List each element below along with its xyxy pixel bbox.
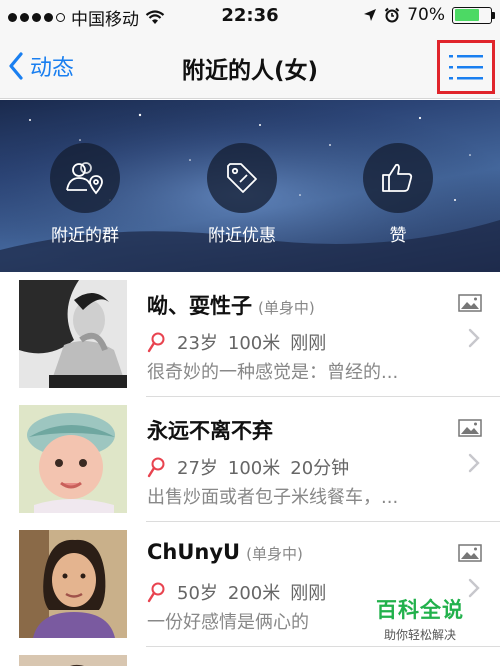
avatar	[19, 530, 127, 638]
person-distance: 100米	[227, 333, 281, 354]
female-pin-icon	[147, 457, 165, 478]
battery-icon	[452, 6, 495, 24]
person-age: 50岁	[177, 583, 218, 604]
meta-line: 27岁 100米 20分钟	[147, 454, 349, 480]
person-age: 23岁	[177, 333, 218, 354]
filter-menu-button[interactable]	[437, 40, 495, 94]
screen: 中国移动 22:36 70% 动态 附近的人(女) 附近的群 附近优惠 赞 呦、…	[0, 0, 500, 666]
shortcut-circle	[207, 143, 277, 213]
watermark-main-text: 百科全说	[376, 598, 464, 622]
chevron-right-icon	[468, 328, 480, 348]
relationship-status: (单身中)	[246, 545, 303, 563]
shortcut-label: 赞	[389, 226, 407, 246]
shortcut-nearby-discounts[interactable]: 附近优惠	[182, 143, 302, 246]
meta-line: 23岁 100米 刚刚	[147, 329, 326, 355]
back-button-label: 动态	[30, 56, 75, 81]
person-last-active: 刚刚	[290, 333, 327, 354]
person-last-active: 刚刚	[290, 583, 327, 604]
back-button[interactable]: 动态	[8, 50, 74, 82]
page-title: 附近的人(女)	[181, 58, 319, 84]
meta-line: 50岁 200米 刚刚	[147, 579, 326, 605]
name-line: 呦、耍性子 (单身中)	[147, 290, 315, 320]
name-line: ChUnyU (单身中)	[147, 540, 303, 564]
list-item[interactable]: 永远不离不弃 27岁 100米 20分钟 出售炒面或者包子米线餐车，...	[0, 397, 500, 522]
photo-album-icon	[458, 544, 482, 562]
list-item[interactable]	[0, 647, 500, 666]
thumbs-up-icon	[382, 163, 413, 192]
discount-tag-icon	[227, 163, 257, 193]
watermark-sub-text: 助你轻松解决	[383, 628, 456, 642]
nearby-groups-icon	[66, 162, 103, 195]
shortcut-label: 附近优惠	[208, 226, 276, 246]
battery-percent: 70%	[407, 5, 445, 25]
person-age: 27岁	[177, 458, 218, 479]
female-pin-icon	[147, 332, 165, 353]
list-item[interactable]: 呦、耍性子 (单身中) 23岁 100米 刚刚 很奇妙的一种感觉是：曾经的...	[0, 272, 500, 397]
avatar	[19, 280, 127, 388]
status-bar: 中国移动 22:36 70%	[0, 0, 500, 32]
watermark-logo: 百科全说 助你轻松解决	[360, 594, 480, 643]
status-right: 70%	[363, 5, 495, 25]
female-pin-icon	[147, 582, 165, 603]
alarm-clock-icon	[384, 7, 400, 23]
photo-album-icon	[458, 419, 482, 437]
shortcut-circle	[363, 143, 433, 213]
chevron-left-icon	[9, 52, 23, 80]
person-distance: 200米	[227, 583, 281, 604]
person-name: 呦、耍性子	[147, 294, 252, 318]
navigation-bar: 动态 附近的人(女)	[0, 32, 500, 99]
photo-album-icon	[458, 294, 482, 312]
avatar	[19, 405, 127, 513]
person-name: ChUnyU	[147, 540, 241, 564]
shortcut-circle	[50, 143, 120, 213]
person-signature: 很奇妙的一种感觉是：曾经的...	[147, 362, 399, 383]
person-name: 永远不离不弃	[147, 419, 273, 443]
name-line: 永远不离不弃	[147, 415, 279, 445]
person-last-active: 20分钟	[290, 458, 350, 479]
location-arrow-icon	[364, 9, 377, 21]
list-menu-icon	[449, 55, 483, 80]
avatar	[19, 655, 127, 666]
shortcut-likes[interactable]: 赞	[338, 143, 458, 246]
chevron-right-icon	[468, 453, 480, 473]
person-distance: 100米	[227, 458, 281, 479]
person-signature: 出售炒面或者包子米线餐车，...	[147, 487, 399, 508]
shortcut-banner: 附近的群 附近优惠 赞	[0, 100, 500, 272]
shortcut-label: 附近的群	[51, 226, 119, 246]
battery-level-fill	[454, 9, 479, 21]
relationship-status: (单身中)	[258, 299, 315, 317]
shortcut-nearby-groups[interactable]: 附近的群	[25, 143, 145, 246]
